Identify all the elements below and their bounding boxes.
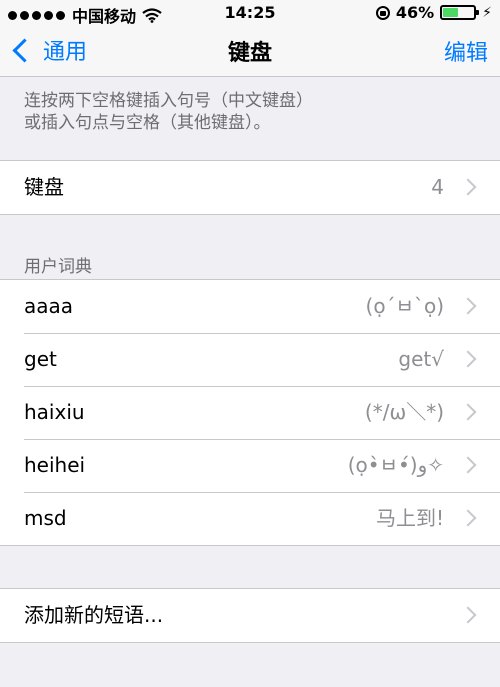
user-dictionary-header: 用户词典 bbox=[24, 257, 92, 277]
chevron-right-icon bbox=[459, 606, 477, 624]
add-phrase-row[interactable]: 添加新的短语... bbox=[0, 589, 500, 642]
battery-percent: 46% bbox=[395, 3, 435, 22]
entry-shortcut: msd bbox=[24, 506, 67, 530]
entry-shortcut: get bbox=[24, 347, 57, 371]
chevron-right-icon bbox=[459, 350, 477, 368]
navigation-bar: 通用 键盘 编辑 bbox=[0, 26, 500, 77]
add-phrase-group: 添加新的短语... bbox=[0, 588, 500, 643]
dictionary-entry[interactable]: aaaa (ọ´ㅂ`ọ) bbox=[0, 280, 500, 333]
entry-shortcut: heihei bbox=[24, 453, 86, 477]
dictionary-entry[interactable]: haixiu (*/ω＼*) bbox=[0, 386, 500, 439]
rotation-lock-icon bbox=[375, 5, 390, 20]
status-bar: 中国移动 14:25 46% ⚡ bbox=[0, 0, 500, 26]
keyboards-row[interactable]: 键盘 4 bbox=[0, 161, 500, 214]
period-shortcut-note: 连按两下空格键插入句号（中文键盘） 或插入句点与空格（其他键盘）。 bbox=[24, 90, 313, 134]
chevron-right-icon bbox=[459, 403, 477, 421]
note-line-1: 连按两下空格键插入句号（中文键盘） bbox=[24, 91, 313, 111]
status-right: 46% ⚡ bbox=[375, 3, 492, 22]
entry-phrase: get√ bbox=[398, 347, 444, 371]
charging-bolt-icon: ⚡ bbox=[482, 4, 492, 21]
chevron-right-icon bbox=[459, 456, 477, 474]
page-title: 键盘 bbox=[227, 41, 272, 66]
battery-icon bbox=[440, 5, 480, 20]
dictionary-entry[interactable]: msd 马上到! bbox=[0, 492, 500, 545]
entry-shortcut: haixiu bbox=[24, 400, 85, 424]
keyboards-label: 键盘 bbox=[24, 175, 64, 199]
user-dictionary-list: aaaa (ọ´ㅂ`ọ) get get√ haixiu (*/ω＼*) hei… bbox=[0, 279, 500, 546]
keyboards-count: 4 bbox=[431, 175, 444, 199]
entry-phrase: 马上到! bbox=[375, 506, 444, 530]
entry-phrase: (*/ω＼*) bbox=[364, 400, 444, 424]
dictionary-entry[interactable]: heihei (ọ•̀ㅂ•́)و✧ bbox=[0, 439, 500, 492]
dictionary-entry[interactable]: get get√ bbox=[0, 333, 500, 386]
entry-shortcut: aaaa bbox=[24, 294, 74, 318]
entry-phrase: (ọ•̀ㅂ•́)و✧ bbox=[347, 453, 444, 477]
chevron-right-icon bbox=[459, 178, 477, 196]
keyboards-group: 键盘 4 bbox=[0, 160, 500, 215]
chevron-right-icon bbox=[459, 297, 477, 315]
note-line-2: 或插入句点与空格（其他键盘）。 bbox=[24, 113, 271, 133]
entry-phrase: (ọ´ㅂ`ọ) bbox=[365, 294, 444, 318]
chevron-right-icon bbox=[459, 509, 477, 527]
add-phrase-label: 添加新的短语... bbox=[24, 603, 164, 627]
edit-button[interactable]: 编辑 bbox=[444, 35, 488, 67]
battery-level-fill bbox=[443, 8, 458, 17]
